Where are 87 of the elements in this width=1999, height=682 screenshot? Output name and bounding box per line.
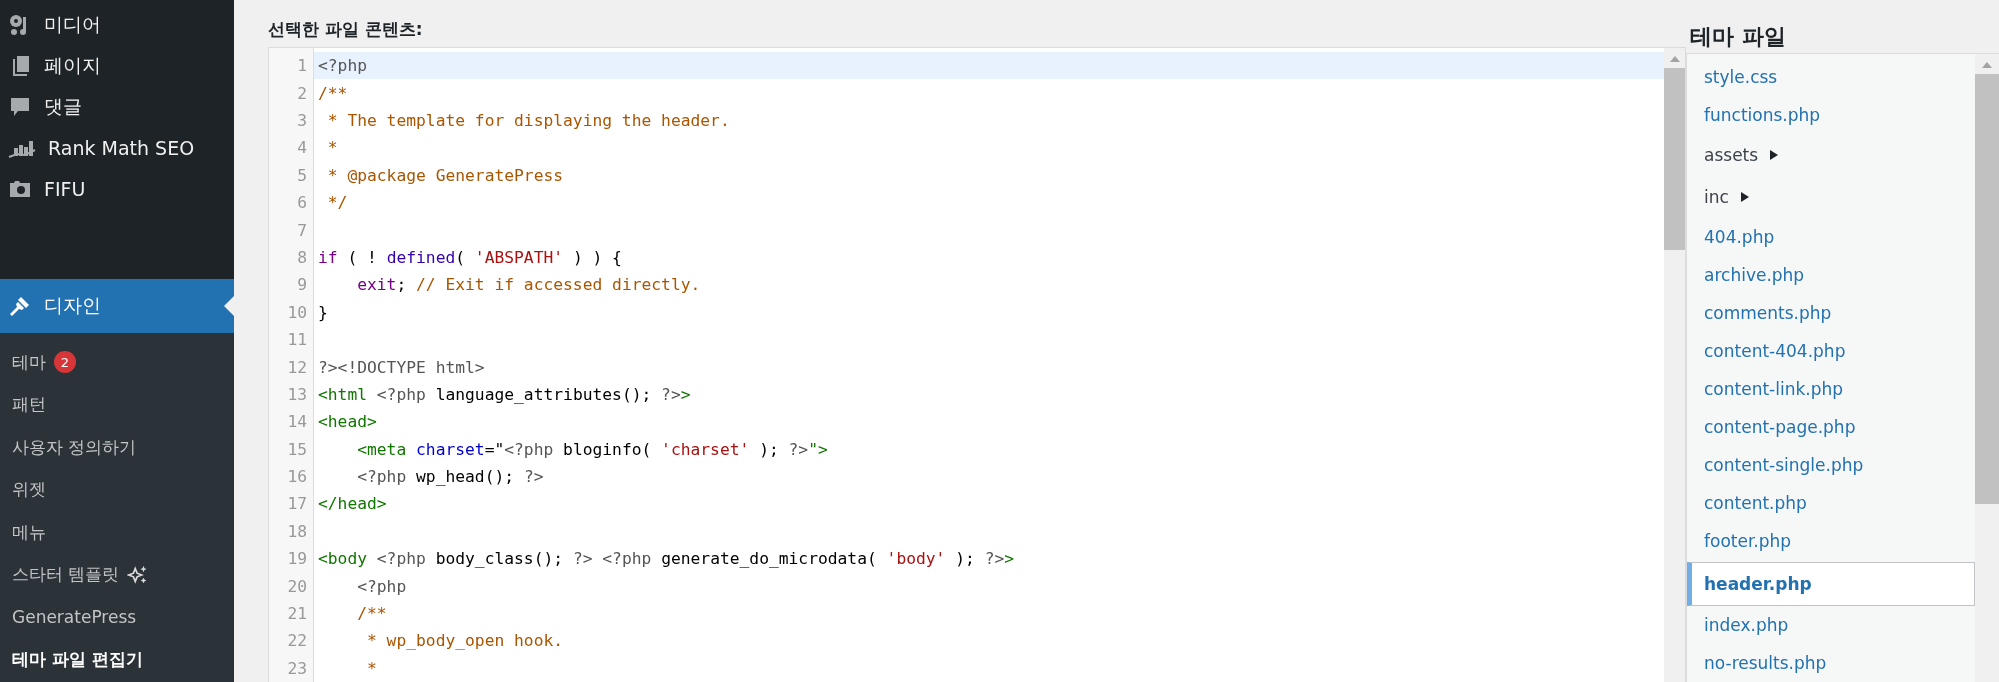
line-number: 20 <box>286 576 308 596</box>
line-number: 21 <box>286 604 308 623</box>
line-number: 6 <box>296 193 308 213</box>
line-number: 9 <box>296 275 308 295</box>
submenu-item[interactable]: 테마 <box>12 350 46 374</box>
submenu-item[interactable]: 메뉴 <box>12 520 46 544</box>
line-number: 17 <box>286 494 308 514</box>
line-number: 22 <box>286 631 308 651</box>
line-number: 5 <box>296 165 308 185</box>
line-number: 16 <box>286 467 308 487</box>
line-number: 3 <box>296 111 308 130</box>
file-link[interactable]: functions.php <box>1687 96 1975 134</box>
menu-item[interactable]: FIFU <box>0 168 234 209</box>
code-line: </head> <box>317 494 387 514</box>
code-line: /** <box>317 83 348 103</box>
line-number: 8 <box>296 247 308 267</box>
file-link[interactable]: content-page.php <box>1687 408 1975 446</box>
folder-item[interactable]: assets <box>1687 134 1975 176</box>
code-line: * <box>326 138 338 158</box>
section-heading: 선택한 파일 콘텐츠: <box>268 18 424 41</box>
menu-item[interactable]: 페이지 <box>0 45 234 86</box>
code-line: } <box>317 302 328 322</box>
code-line: <head> <box>317 412 377 432</box>
file-link[interactable]: header.php <box>1687 562 1975 606</box>
line-number: 18 <box>286 521 308 541</box>
scroll-up-icon[interactable] <box>1982 62 1992 68</box>
line-number: 19 <box>286 549 308 569</box>
file-link[interactable]: content.php <box>1687 484 1975 522</box>
code-line: <body <?php body_class(); ?> <?php generate_do_microdata( 'body' ); ?>> <box>317 549 1015 569</box>
scroll-up-icon[interactable] <box>1669 56 1680 62</box>
code-line: exit; // Exit if accessed directly. <box>356 275 701 295</box>
menu-item[interactable]: 디자인 <box>0 279 234 333</box>
scroll-thumb[interactable] <box>1975 74 1999 504</box>
file-link[interactable]: footer.php <box>1687 522 1975 560</box>
code-line: * @package GeneratePress <box>326 165 564 185</box>
menu-item[interactable]: 댓글 <box>0 86 234 127</box>
file-link[interactable]: no-results.php <box>1687 644 1975 682</box>
code-line: * <box>366 658 377 678</box>
submenu-item[interactable]: 테마 파일 편집기 <box>12 648 143 672</box>
line-number: 2 <box>296 83 308 103</box>
file-link[interactable]: index.php <box>1687 606 1975 644</box>
panel-heading: 테마 파일 <box>1690 23 1787 51</box>
submenu-item[interactable]: GeneratePress <box>12 607 137 628</box>
update-count: 2 <box>54 351 76 374</box>
code-line: ?><!DOCTYPE html> <box>317 357 485 377</box>
code-line: <?php <box>317 56 367 76</box>
file-link[interactable]: style.css <box>1687 58 1975 96</box>
code-line: * The template for displaying the header. <box>326 111 730 130</box>
code-line: <meta charset="<?php bloginfo( 'charset' ); ?>"> <box>356 439 828 459</box>
line-number: 7 <box>296 220 308 240</box>
file-link[interactable]: comments.php <box>1687 294 1975 332</box>
file-link[interactable]: content-404.php <box>1687 332 1975 370</box>
line-number: 10 <box>286 302 308 322</box>
code-line: <?php wp_head(); ?> <box>356 467 544 487</box>
current-pointer <box>224 296 234 316</box>
line-number: 4 <box>296 138 308 158</box>
line-number: 15 <box>286 439 308 459</box>
code-line: if ( ! defined( 'ABSPATH' ) ) { <box>317 247 622 267</box>
file-link[interactable]: archive.php <box>1687 256 1975 294</box>
submenu-item[interactable]: 패턴 <box>12 393 46 417</box>
brush-icon <box>8 294 32 318</box>
code-line: * wp_body_open hook. <box>366 631 564 651</box>
submenu-item[interactable]: 스타터 템플릿 <box>12 563 120 587</box>
file-link[interactable]: content-link.php <box>1687 370 1975 408</box>
folder-item[interactable]: inc <box>1687 176 1975 218</box>
code-line: <html <?php language_attributes(); ?>> <box>317 384 691 404</box>
line-number: 13 <box>286 384 308 404</box>
submenu-item[interactable]: 위젯 <box>12 478 46 502</box>
code-line: /** <box>356 604 387 623</box>
line-number: 14 <box>286 412 308 432</box>
scroll-thumb[interactable] <box>1664 68 1685 250</box>
line-number: 1 <box>296 56 308 76</box>
line-number: 11 <box>286 330 308 350</box>
code-line: <?php <box>356 576 407 596</box>
code-editor[interactable] <box>268 47 1686 682</box>
file-link[interactable]: content-single.php <box>1687 446 1975 484</box>
expand-icon <box>1770 150 1779 160</box>
file-link[interactable]: 404.php <box>1687 218 1975 256</box>
submenu-item[interactable]: 사용자 정의하기 <box>12 435 137 459</box>
code-line: */ <box>326 193 348 213</box>
menu-item[interactable]: Rank Math SEO <box>0 127 234 168</box>
scrollbar[interactable] <box>1975 54 1999 682</box>
line-number: 23 <box>286 658 308 678</box>
line-number: 12 <box>286 357 308 377</box>
expand-icon <box>1740 192 1749 202</box>
menu-item[interactable]: 미디어 <box>0 4 234 45</box>
scrollbar[interactable] <box>1664 48 1685 682</box>
